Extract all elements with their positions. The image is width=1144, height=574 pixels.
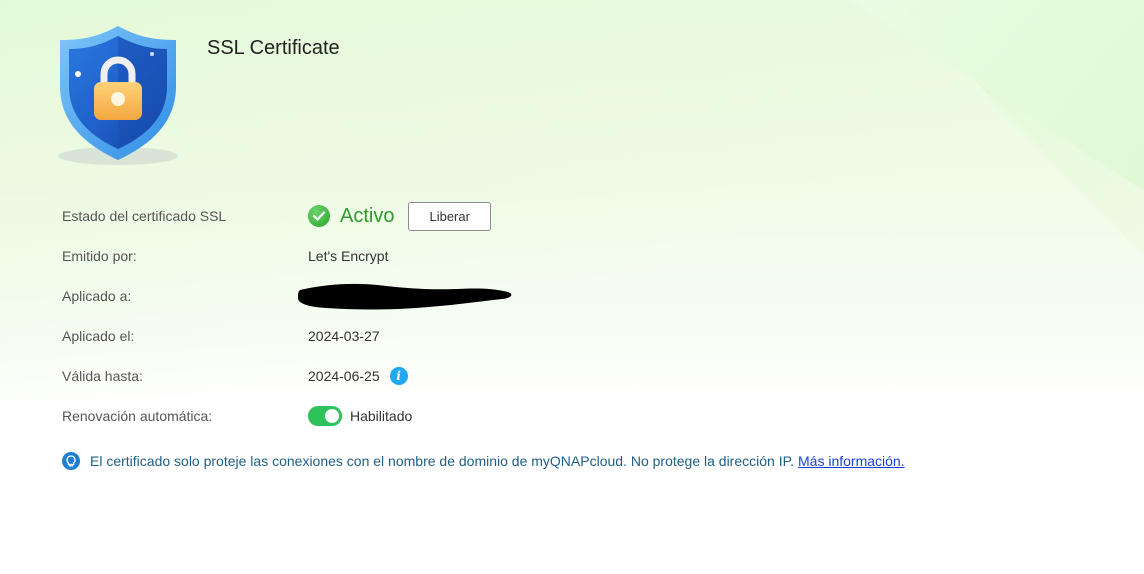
valid-until-row: Válida hasta: 2024-06-25 i (62, 356, 962, 396)
page-title: SSL Certificate (207, 37, 340, 59)
check-circle-icon (308, 205, 330, 227)
status-label: Estado del certificado SSL (62, 208, 227, 224)
redacted-domain (298, 283, 512, 310)
status-row: Estado del certificado SSL Activo Libera… (62, 196, 962, 236)
issued-by-row: Emitido por: Let's Encrypt (62, 236, 962, 276)
applied-on-value: 2024-03-27 (308, 328, 380, 344)
more-info-link[interactable]: Más información. (798, 453, 905, 469)
auto-renew-toggle[interactable] (308, 406, 342, 426)
info-note: El certificado solo proteje las conexion… (62, 452, 905, 470)
applied-to-label: Aplicado a: (62, 288, 132, 304)
issued-by-value: Let's Encrypt (308, 248, 389, 264)
issued-by-label: Emitido por: (62, 248, 137, 264)
certificate-details: Estado del certificado SSL Activo Libera… (62, 196, 962, 436)
applied-on-row: Aplicado el: 2024-03-27 (62, 316, 962, 356)
auto-renew-label: Renovación automática: (62, 408, 213, 424)
ssl-certificate-page: SSL Certificate Estado del certificado S… (0, 0, 1144, 574)
shield-lock-icon (52, 22, 184, 168)
auto-renew-row: Renovación automática: Habilitado (62, 396, 962, 436)
valid-until-label: Válida hasta: (62, 368, 143, 384)
note-text: El certificado solo proteje las conexion… (90, 453, 795, 469)
info-icon[interactable]: i (389, 367, 408, 385)
applied-on-label: Aplicado el: (62, 328, 135, 344)
release-button[interactable]: Liberar (408, 201, 491, 231)
auto-renew-value: Habilitado (350, 408, 413, 424)
lightbulb-icon (62, 452, 80, 470)
valid-until-value: 2024-06-25 (308, 368, 380, 384)
applied-to-row: Aplicado a: (62, 276, 962, 316)
status-value: Activo (340, 204, 395, 227)
